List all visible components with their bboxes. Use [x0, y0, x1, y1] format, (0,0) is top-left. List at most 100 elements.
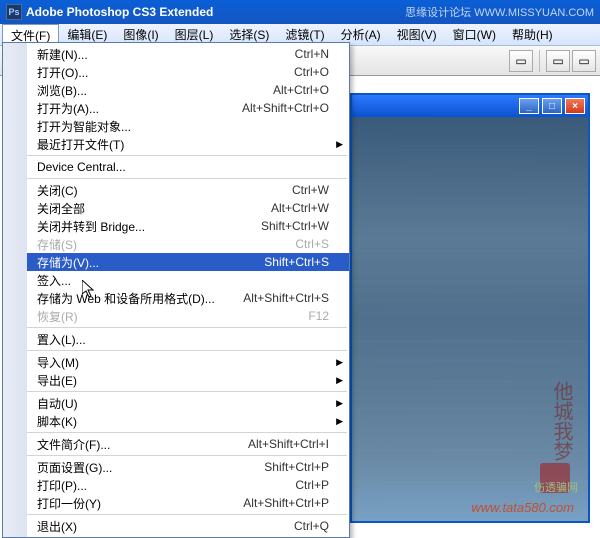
menu-item-label: 新建(N)...	[37, 46, 295, 63]
menu-item-label: 关闭并转到 Bridge...	[37, 218, 261, 235]
file-menu-item-20[interactable]: 导入(M) ▶	[27, 353, 349, 371]
file-menu-item-16: 恢复(R)F12	[27, 307, 349, 325]
menu-item-label: 打印一份(Y)	[37, 495, 243, 512]
menu-item-label: 脚本(K)	[37, 413, 329, 430]
chevron-right-icon: ▶	[336, 416, 343, 427]
menu-item-label: 签入...	[37, 272, 329, 289]
menu-item-shortcut: Alt+Ctrl+O	[273, 83, 329, 97]
chevron-right-icon: ▶	[336, 398, 343, 409]
menu-item-shortcut: Shift+Ctrl+P	[264, 460, 329, 474]
menu-item-label: 关闭(C)	[37, 182, 292, 199]
file-menu-item-5[interactable]: 最近打开文件(T) ▶	[27, 135, 349, 153]
menu-item-label: 页面设置(G)...	[37, 459, 264, 476]
menu-item-shortcut: Alt+Shift+Ctrl+I	[248, 437, 329, 451]
menu-separator	[27, 391, 347, 392]
menu-item-label: 置入(L)...	[37, 331, 329, 348]
file-menu-item-4[interactable]: 打开为智能对象...	[27, 117, 349, 135]
file-menu-item-23[interactable]: 自动(U) ▶	[27, 394, 349, 412]
menu-separator	[27, 327, 347, 328]
tool-btn[interactable]: ▭	[546, 50, 570, 72]
overlay-text: 伤透骗网	[534, 479, 578, 495]
menu-separator	[27, 155, 347, 156]
menu-item-shortcut: Ctrl+Q	[294, 519, 329, 533]
titlebar-watermark: 思缘设计论坛 WWW.MISSYUAN.COM	[405, 4, 594, 20]
menu-separator	[27, 350, 347, 351]
close-button[interactable]: ×	[565, 98, 585, 114]
menu-separator	[27, 514, 347, 515]
file-menu-item-29[interactable]: 打印(P)...Ctrl+P	[27, 476, 349, 494]
menu-item-label: 自动(U)	[37, 395, 329, 412]
menu-item-label: 退出(X)	[37, 518, 294, 535]
menu-item-label: 存储为 Web 和设备所用格式(D)...	[37, 290, 243, 307]
watermark-text: 他城我梦	[547, 381, 576, 461]
file-menu-item-18[interactable]: 置入(L)...	[27, 330, 349, 348]
separator	[539, 50, 540, 72]
menu-item-label: 恢复(R)	[37, 308, 308, 325]
menu-item-shortcut: Alt+Shift+Ctrl+P	[243, 496, 329, 510]
menu-item-shortcut: Ctrl+S	[295, 237, 329, 251]
menu-item-shortcut: Alt+Shift+Ctrl+O	[242, 101, 329, 115]
menu-item-label: 文件简介(F)...	[37, 436, 248, 453]
menu-item-shortcut: F12	[308, 309, 329, 323]
menu-item-label: 打开为(A)...	[37, 100, 242, 117]
file-menu-item-32[interactable]: 退出(X)Ctrl+Q	[27, 517, 349, 535]
menu-item-label: 最近打开文件(T)	[37, 136, 329, 153]
file-menu-item-24[interactable]: 脚本(K) ▶	[27, 412, 349, 430]
menu-9[interactable]: 帮助(H)	[504, 24, 561, 45]
menu-separator	[27, 432, 347, 433]
tool-btn[interactable]: ▭	[572, 50, 596, 72]
app-icon: Ps	[6, 4, 22, 20]
menu-item-shortcut: Shift+Ctrl+W	[261, 219, 329, 233]
file-menu-item-3[interactable]: 打开为(A)...Alt+Shift+Ctrl+O	[27, 99, 349, 117]
file-menu-item-26[interactable]: 文件简介(F)...Alt+Shift+Ctrl+I	[27, 435, 349, 453]
app-title: Adobe Photoshop CS3 Extended	[26, 5, 405, 19]
maximize-button[interactable]: □	[542, 98, 562, 114]
chevron-right-icon: ▶	[336, 357, 343, 368]
file-menu-item-30[interactable]: 打印一份(Y)Alt+Shift+Ctrl+P	[27, 494, 349, 512]
chevron-right-icon: ▶	[336, 375, 343, 386]
menu-item-label: 存储为(V)...	[37, 254, 264, 271]
file-menu-item-9[interactable]: 关闭(C)Ctrl+W	[27, 181, 349, 199]
document-window: _ □ × 他城我梦 www.tata580.com	[350, 93, 590, 523]
menu-separator	[27, 455, 347, 456]
document-titlebar[interactable]: _ □ ×	[352, 95, 588, 117]
file-menu-item-2[interactable]: 浏览(B)...Alt+Ctrl+O	[27, 81, 349, 99]
menu-8[interactable]: 窗口(W)	[445, 24, 504, 45]
file-menu-item-14[interactable]: 签入...	[27, 271, 349, 289]
menu-separator	[27, 178, 347, 179]
file-menu-item-28[interactable]: 页面设置(G)...Shift+Ctrl+P	[27, 458, 349, 476]
file-menu-item-13[interactable]: 存储为(V)...Shift+Ctrl+S	[27, 253, 349, 271]
menu-item-label: 存储(S)	[37, 236, 295, 253]
menu-item-shortcut: Ctrl+W	[292, 183, 329, 197]
menu-item-label: 打开为智能对象...	[37, 118, 329, 135]
menu-item-label: 打开(O)...	[37, 64, 294, 81]
file-menu-item-1[interactable]: 打开(O)...Ctrl+O	[27, 63, 349, 81]
menu-item-label: 浏览(B)...	[37, 82, 273, 99]
menu-item-label: 导出(E)	[37, 372, 329, 389]
file-menu-item-12: 存储(S)Ctrl+S	[27, 235, 349, 253]
menu-item-label: 导入(M)	[37, 354, 329, 371]
file-menu-item-10[interactable]: 关闭全部Alt+Ctrl+W	[27, 199, 349, 217]
watermark-url: www.tata580.com	[471, 500, 574, 515]
menu-item-label: 打印(P)...	[37, 477, 295, 494]
file-menu-item-15[interactable]: 存储为 Web 和设备所用格式(D)...Alt+Shift+Ctrl+S	[27, 289, 349, 307]
file-menu-item-11[interactable]: 关闭并转到 Bridge...Shift+Ctrl+W	[27, 217, 349, 235]
chevron-right-icon: ▶	[336, 139, 343, 150]
file-menu-item-0[interactable]: 新建(N)...Ctrl+N	[27, 45, 349, 63]
menu-item-shortcut: Ctrl+P	[295, 478, 329, 492]
file-menu-item-7[interactable]: Device Central...	[27, 158, 349, 176]
file-menu-item-21[interactable]: 导出(E) ▶	[27, 371, 349, 389]
menu-item-shortcut: Shift+Ctrl+S	[264, 255, 329, 269]
menu-item-label: Device Central...	[37, 160, 329, 174]
menu-item-label: 关闭全部	[37, 200, 271, 217]
tool-btn[interactable]: ▭	[509, 50, 533, 72]
minimize-button[interactable]: _	[519, 98, 539, 114]
menu-item-shortcut: Ctrl+O	[294, 65, 329, 79]
title-bar: Ps Adobe Photoshop CS3 Extended 思缘设计论坛 W…	[0, 0, 600, 24]
file-menu-dropdown: 新建(N)...Ctrl+N打开(O)...Ctrl+O浏览(B)...Alt+…	[2, 42, 350, 538]
menu-7[interactable]: 视图(V)	[389, 24, 445, 45]
document-canvas[interactable]: 他城我梦 www.tata580.com	[352, 117, 588, 521]
menu-gutter	[3, 43, 27, 537]
menu-item-shortcut: Alt+Ctrl+W	[271, 201, 329, 215]
menu-item-shortcut: Alt+Shift+Ctrl+S	[243, 291, 329, 305]
